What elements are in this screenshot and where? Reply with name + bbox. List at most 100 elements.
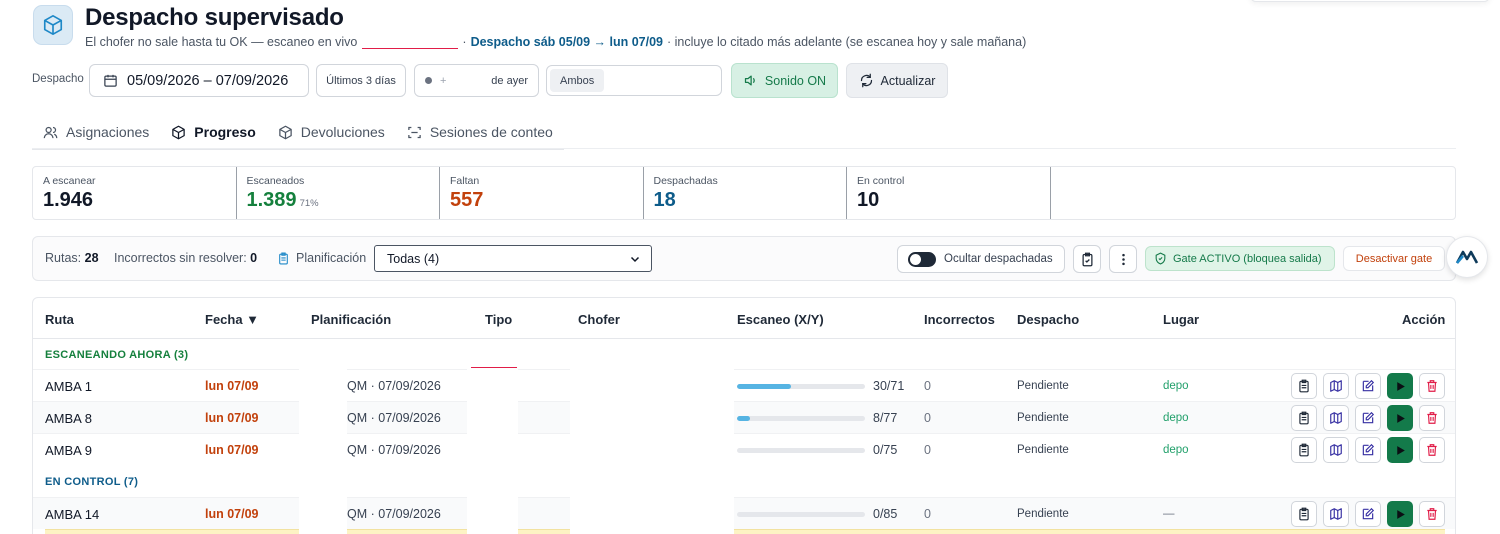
place-value: — (1163, 508, 1175, 520)
start-dispatch-button[interactable] (1387, 437, 1413, 463)
tab-progreso[interactable]: Progreso (160, 116, 267, 150)
refresh-icon (860, 73, 872, 88)
delete-route-button[interactable] (1419, 501, 1445, 527)
trash-icon (1425, 507, 1439, 521)
subtitle-separator: · (462, 35, 467, 49)
box-icon (172, 125, 186, 139)
column-header-driver[interactable]: Chofer (578, 312, 620, 327)
refresh-button[interactable]: Actualizar (846, 63, 948, 98)
column-header-planning[interactable]: Planificación (311, 312, 391, 327)
edit-route-button[interactable] (1355, 405, 1381, 431)
start-dispatch-button[interactable] (1387, 373, 1413, 399)
route-name: AMBA 1 (45, 379, 92, 394)
tab-asignaciones[interactable]: Asignaciones (32, 116, 161, 150)
stat-label: A escanear (43, 175, 96, 187)
page-title: Despacho supervisado (85, 4, 344, 31)
toggle-label: Ocultar despachadas (944, 253, 1053, 265)
type-segmented-control[interactable]: Ambos (546, 65, 722, 96)
table-row[interactable]: AMBA 8 lun 07/09 QM · 07/09/2026 8/77 0 … (33, 401, 1455, 433)
tab-devoluciones[interactable]: Devoluciones (266, 116, 396, 150)
tab-sesiones-de-conteo[interactable]: Sesiones de conteo (395, 116, 564, 150)
planning-select-value: Todas (4) (387, 251, 440, 266)
delete-route-button[interactable] (1419, 437, 1445, 463)
start-dispatch-button[interactable] (1387, 405, 1413, 431)
view-map-button[interactable] (1323, 405, 1349, 431)
routes-count: Rutas: 28 (45, 251, 99, 265)
stat-value: 18 (653, 189, 676, 211)
column-header-dispatch[interactable]: Despacho (1017, 312, 1079, 327)
sound-toggle-button[interactable]: Sonido ON (731, 63, 838, 98)
row-actions (1291, 437, 1445, 463)
include-yesterday-input[interactable]: + de ayer (414, 64, 539, 97)
place-value: depo (1163, 380, 1189, 392)
route-planning: QM · 07/09/2026 (347, 411, 441, 425)
delete-route-button[interactable] (1419, 373, 1445, 399)
view-map-button[interactable] (1323, 373, 1349, 399)
map-icon (1329, 411, 1343, 425)
brand-logo[interactable] (1446, 236, 1488, 278)
stat-value: 1.389 71% (246, 189, 319, 211)
hide-dispatched-toggle[interactable]: Ocultar despachadas (897, 245, 1065, 273)
column-header-date[interactable]: Fecha ▼ (205, 312, 259, 327)
edit-icon (1361, 411, 1375, 425)
scan-progress-fill (737, 384, 791, 389)
view-map-button[interactable] (1323, 501, 1349, 527)
view-map-button[interactable] (1323, 437, 1349, 463)
table-row[interactable]: AMBA 1 lun 07/09 QM · 07/09/2026 30/71 0… (33, 369, 1455, 401)
speaker-icon (744, 75, 755, 86)
route-date: lun 07/09 (205, 507, 259, 521)
table-row[interactable]: AMBA 14 lun 07/09 QM · 07/09/2026 0/85 0… (33, 497, 1455, 529)
last-3-days-button[interactable]: Últimos 3 días (316, 64, 406, 97)
redacted-underline (471, 367, 517, 368)
stat-value: 557 (450, 189, 484, 211)
sound-label: Sonido ON (764, 73, 827, 88)
edit-icon (1361, 443, 1375, 457)
stat-scanned: Escaneados 1.389 71% (237, 167, 440, 219)
column-header-place[interactable]: Lugar (1163, 312, 1199, 327)
cube-icon (33, 5, 73, 45)
scan-count: 30/71 (873, 379, 905, 393)
scan-count: 0/75 (873, 443, 898, 457)
dot-icon (425, 77, 432, 84)
route-date: lun 07/09 (205, 411, 259, 425)
gate-status-badge: Gate ACTIVO (bloquea salida) (1145, 246, 1335, 271)
edit-route-button[interactable] (1355, 501, 1381, 527)
column-header-incorrect[interactable]: Incorrectos (924, 312, 995, 327)
row-actions (1291, 373, 1445, 399)
play-icon (1394, 412, 1407, 425)
more-options-button[interactable] (1109, 245, 1137, 273)
route-name: AMBA 14 (45, 507, 100, 522)
clipboard-check-icon (1082, 252, 1092, 266)
column-header-type[interactable]: Tipo (485, 312, 512, 327)
view-details-button[interactable] (1291, 437, 1317, 463)
edit-route-button[interactable] (1355, 373, 1381, 399)
place-value: depo (1163, 412, 1189, 424)
clipboard-icon (1297, 443, 1311, 457)
view-details-button[interactable] (1291, 405, 1317, 431)
toggle-switch[interactable] (908, 251, 936, 267)
start-dispatch-button[interactable] (1387, 501, 1413, 527)
tab-label: Asignaciones (66, 124, 150, 140)
column-header-scan[interactable]: Escaneo (X/Y) (737, 312, 824, 327)
clipboard-icon (279, 252, 288, 264)
view-details-button[interactable] (1291, 373, 1317, 399)
route-name: AMBA 9 (45, 443, 92, 458)
redacted-area (467, 369, 518, 534)
delete-route-button[interactable] (1419, 405, 1445, 431)
clipboard-icon (1297, 507, 1311, 521)
date-range-picker[interactable]: 05/09/2026 – 07/09/2026 (89, 64, 309, 97)
clipboard-check-button[interactable] (1073, 245, 1101, 273)
stat-label: Faltan (450, 175, 480, 187)
scan-count: 0/85 (873, 507, 898, 521)
column-header-route[interactable]: Ruta (45, 312, 74, 327)
planning-select[interactable]: Todas (4) (374, 245, 652, 272)
route-planning: QM · 07/09/2026 (347, 507, 441, 521)
both-option[interactable]: Ambos (550, 69, 605, 92)
group-scanning-now: ESCANEANDO AHORA (3) (45, 349, 189, 361)
edit-route-button[interactable] (1355, 437, 1381, 463)
view-details-button[interactable] (1291, 501, 1317, 527)
date-range-value: 05/09/2026 – 07/09/2026 (127, 72, 289, 89)
scan-progress-bar (737, 416, 865, 421)
deactivate-gate-button[interactable]: Desactivar gate (1343, 246, 1445, 271)
table-row[interactable]: AMBA 9 lun 07/09 QM · 07/09/2026 0/75 0 … (33, 433, 1455, 465)
